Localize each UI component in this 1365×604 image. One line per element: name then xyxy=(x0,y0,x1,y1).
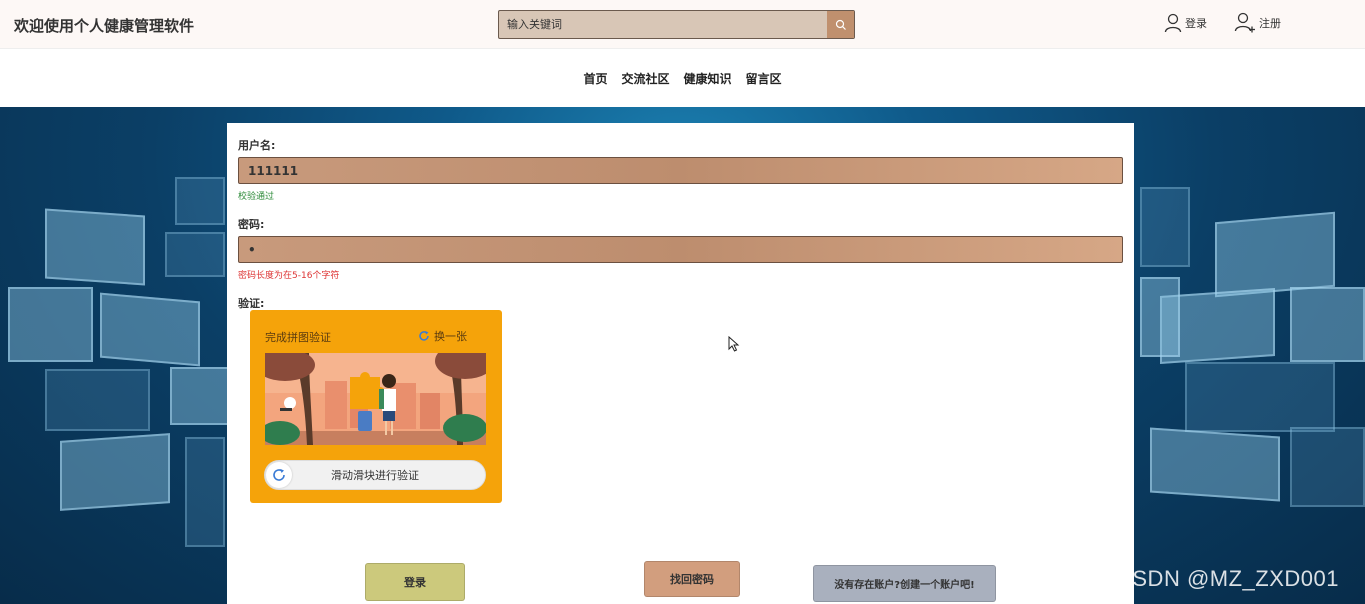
main-nav: 首页 交流社区 健康知识 留言区 xyxy=(0,49,1365,107)
add-user-icon xyxy=(1234,12,1255,33)
nav-item-health-knowledge[interactable]: 健康知识 xyxy=(684,70,732,87)
search-input[interactable] xyxy=(499,11,827,38)
search-icon xyxy=(835,19,846,30)
password-label: 密码: xyxy=(238,218,265,231)
nav-item-message-board[interactable]: 留言区 xyxy=(746,70,782,87)
create-account-button[interactable]: 没有存在账户?创建一个账户吧! xyxy=(813,565,996,602)
username-label: 用户名: xyxy=(238,139,276,152)
register-link-label: 注册 xyxy=(1259,17,1281,30)
search-box xyxy=(498,10,855,39)
captcha-refresh-button[interactable]: 换一张 xyxy=(418,328,467,344)
password-hint: 密码长度为在5-16个字符 xyxy=(238,271,340,281)
refresh-icon xyxy=(419,331,429,341)
search-button[interactable] xyxy=(827,11,854,38)
nav-item-home[interactable]: 首页 xyxy=(583,70,607,87)
captcha-title: 完成拼图验证 xyxy=(265,331,331,344)
captcha-refresh-label: 换一张 xyxy=(434,330,467,343)
user-icon xyxy=(1164,13,1182,33)
login-button[interactable]: 登录 xyxy=(365,563,465,601)
site-title: 欢迎使用个人健康管理软件 xyxy=(14,17,195,35)
captcha-panel: 完成拼图验证 换一张 滑动滑块进行验证 xyxy=(250,310,502,503)
slider-text: 滑动滑块进行验证 xyxy=(331,469,419,482)
slider-handle[interactable] xyxy=(266,462,292,488)
login-link[interactable]: 登录 xyxy=(1164,12,1207,34)
username-field[interactable] xyxy=(238,157,1123,184)
mouse-cursor-icon xyxy=(728,336,740,352)
password-field[interactable] xyxy=(238,236,1123,263)
nav-item-community[interactable]: 交流社区 xyxy=(621,70,669,87)
captcha-slider[interactable]: 滑动滑块进行验证 xyxy=(264,460,486,490)
login-link-label: 登录 xyxy=(1185,17,1207,30)
captcha-label: 验证: xyxy=(238,297,265,310)
register-link[interactable]: 注册 xyxy=(1234,12,1281,34)
refresh-icon xyxy=(273,469,285,481)
watermark: CSDN @MZ_ZXD001 xyxy=(1116,566,1339,591)
top-header: 欢迎使用个人健康管理软件 登录 注册 xyxy=(0,0,1365,49)
captcha-puzzle-image xyxy=(265,353,486,445)
username-hint: 校验通过 xyxy=(238,192,275,202)
login-form: 用户名: 校验通过 密码: 密码长度为在5-16个字符 验证: 完成拼图验证 换… xyxy=(227,123,1134,604)
forgot-password-button[interactable]: 找回密码 xyxy=(644,561,740,597)
